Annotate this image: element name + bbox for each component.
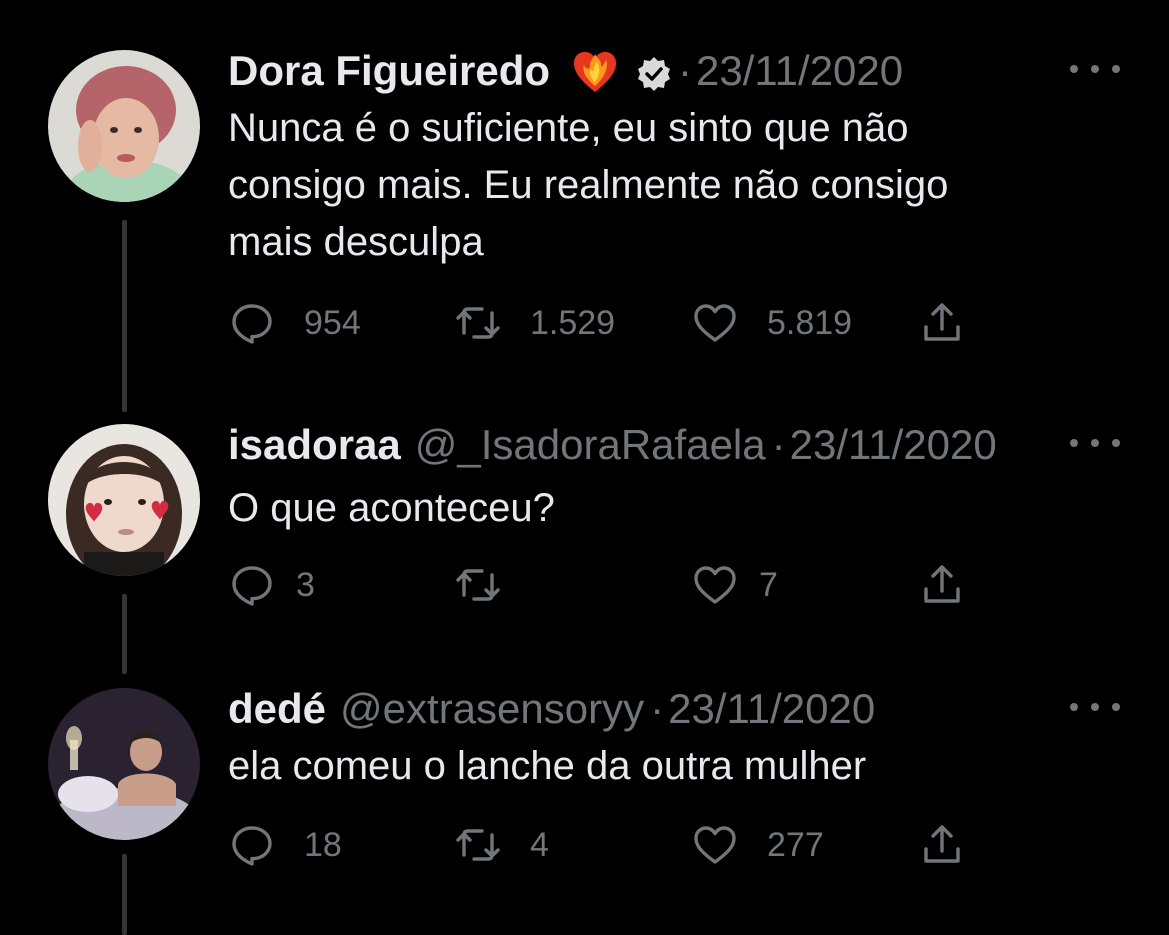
retweet-icon: [456, 307, 500, 339]
reply-icon: [232, 566, 272, 606]
reply-icon: [232, 304, 272, 344]
avatar[interactable]: [48, 50, 200, 202]
tweet-header: dedé @extrasensoryy · 23/11/2020: [228, 684, 875, 734]
share-icon: [924, 825, 960, 863]
tweet-header: isadoraa @_IsadoraRafaela · 23/11/2020: [228, 420, 997, 470]
display-name[interactable]: isadoraa: [228, 420, 401, 470]
retweet-icon: [456, 569, 500, 601]
like-icon: [694, 826, 736, 864]
tweet-text-line: Nunca é o suficiente, eu sinto que não: [228, 106, 909, 150]
retweet-count: 1.529: [530, 303, 616, 342]
more-options-icon[interactable]: [1070, 692, 1120, 722]
user-handle[interactable]: @_IsadoraRafaela: [415, 420, 766, 470]
share-button[interactable]: [918, 298, 966, 348]
reply-button[interactable]: 954: [228, 298, 361, 348]
like-icon: [694, 566, 736, 604]
reply-button[interactable]: 3: [228, 560, 315, 610]
tweet[interactable]: Dora Figueiredo · 23/11/2020 Nunca é o s…: [0, 46, 1169, 416]
share-button[interactable]: [918, 560, 966, 610]
retweet-button[interactable]: 1.529: [454, 298, 615, 348]
thread-connector: [122, 220, 127, 412]
thread-connector: [122, 854, 127, 935]
retweet-count: 4: [530, 825, 549, 864]
like-count: 277: [767, 825, 824, 864]
tweet-date[interactable]: 23/11/2020: [696, 46, 903, 96]
tweet-text-line: consigo mais. Eu realmente não consigo: [228, 163, 949, 207]
tweet-text-line: mais desculpa: [228, 220, 484, 264]
avatar[interactable]: [48, 424, 200, 576]
tweet-actions: 18 4 277: [228, 820, 988, 870]
separator-dot: ·: [650, 685, 665, 732]
like-button[interactable]: 277: [691, 820, 824, 870]
tweet-text-line: O que aconteceu?: [228, 486, 555, 530]
retweet-icon: [456, 829, 500, 861]
reply-button[interactable]: 18: [228, 820, 342, 870]
thread-connector: [122, 594, 127, 674]
tweet[interactable]: dedé @extrasensoryy · 23/11/2020 ela com…: [0, 684, 1169, 935]
like-button[interactable]: 5.819: [691, 298, 852, 348]
tweet-text: O que aconteceu?: [228, 480, 1058, 537]
tweet[interactable]: isadoraa @_IsadoraRafaela · 23/11/2020 O…: [0, 420, 1169, 678]
user-handle[interactable]: @extrasensoryy: [340, 684, 644, 734]
tweet-date[interactable]: 23/11/2020: [668, 684, 875, 734]
share-button[interactable]: [918, 820, 966, 870]
tweet-date[interactable]: 23/11/2020: [790, 420, 997, 470]
more-options-icon[interactable]: [1070, 428, 1120, 458]
verified-badge-icon: [636, 53, 672, 91]
display-name[interactable]: Dora Figueiredo: [228, 46, 550, 96]
more-options-icon[interactable]: [1070, 54, 1120, 84]
retweet-button[interactable]: [454, 560, 530, 610]
tweet-header: Dora Figueiredo · 23/11/2020: [228, 46, 903, 96]
reply-icon: [232, 826, 272, 866]
tweet-thread: Dora Figueiredo · 23/11/2020 Nunca é o s…: [0, 0, 1169, 935]
tweet-actions: 954 1.529 5.819: [228, 298, 988, 348]
share-icon: [924, 303, 960, 341]
reply-count: 954: [304, 303, 361, 342]
like-icon: [694, 304, 736, 342]
tweet-actions: 3 7: [228, 560, 988, 610]
like-count: 5.819: [767, 303, 853, 342]
heart-on-fire-emoji-icon: [570, 46, 620, 96]
avatar[interactable]: [48, 688, 200, 840]
reply-count: 18: [304, 825, 342, 864]
reply-count: 3: [296, 565, 315, 604]
like-button[interactable]: 7: [691, 560, 778, 610]
tweet-text-line: ela comeu o lanche da outra mulher: [228, 744, 867, 788]
separator-dot: ·: [771, 421, 786, 468]
tweet-text: Nunca é o suficiente, eu sinto que não c…: [228, 100, 1058, 271]
display-name[interactable]: dedé: [228, 684, 326, 734]
retweet-button[interactable]: 4: [454, 820, 549, 870]
share-icon: [924, 565, 960, 603]
separator-dot: ·: [678, 47, 693, 94]
tweet-text: ela comeu o lanche da outra mulher: [228, 738, 1058, 795]
like-count: 7: [759, 565, 778, 604]
